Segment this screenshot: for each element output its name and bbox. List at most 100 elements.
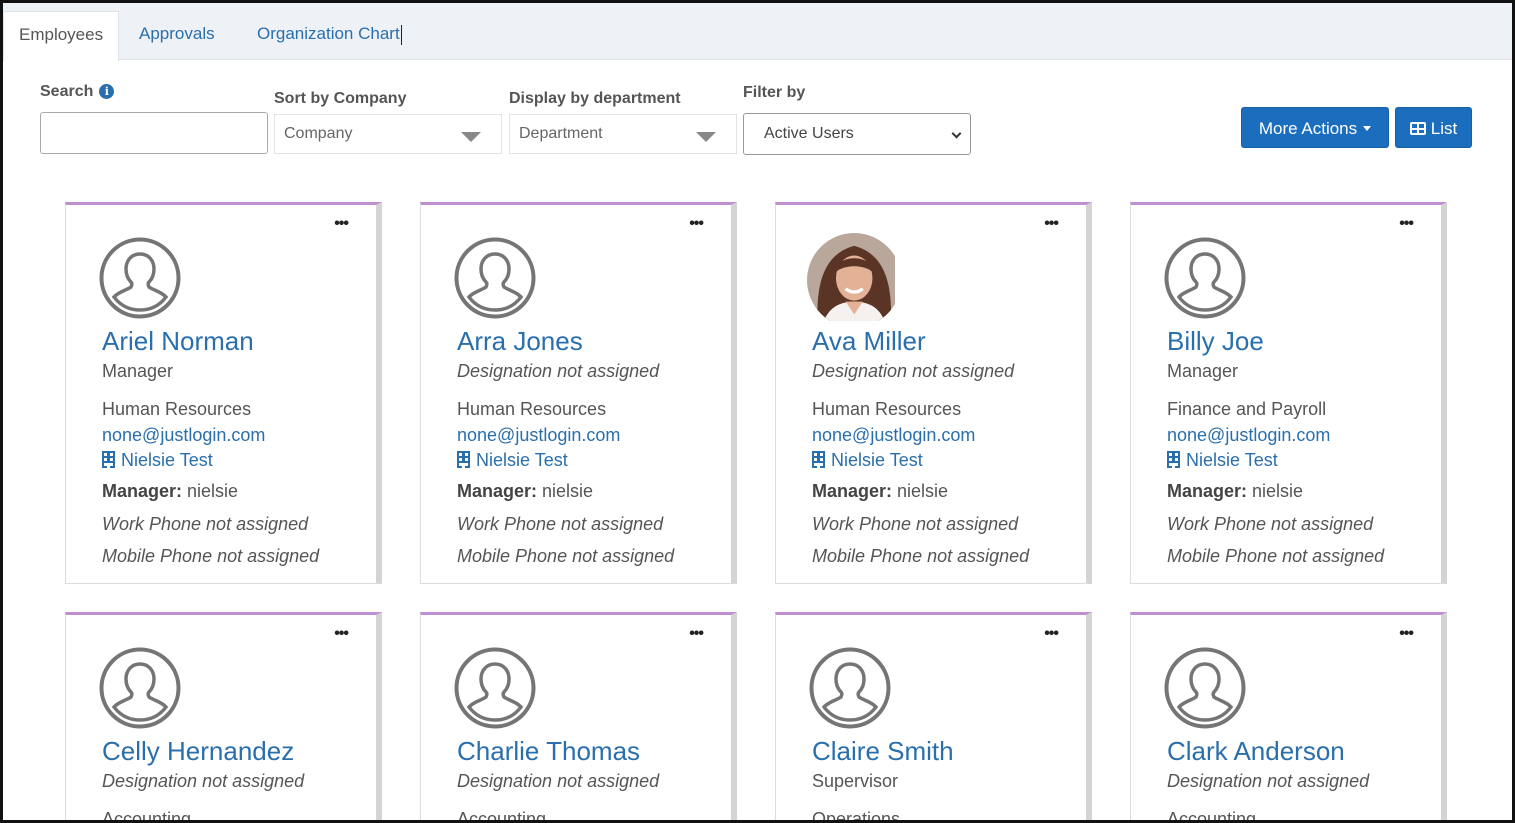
tab-approvals[interactable]: Approvals (124, 11, 230, 61)
info-icon[interactable]: i (99, 84, 115, 99)
more-options-icon[interactable]: ••• (334, 626, 349, 642)
employee-card[interactable]: ••• Charlie Thomas Designation not assig… (420, 612, 737, 823)
employee-name[interactable]: Ariel Norman (102, 326, 254, 357)
employee-mobile-phone: Mobile Phone not assigned (812, 546, 1030, 566)
more-options-icon[interactable]: ••• (1044, 216, 1059, 232)
company-select[interactable]: Company (274, 114, 502, 154)
chevron-down-icon (951, 128, 962, 139)
manager-label: Manager: (102, 481, 183, 501)
manager-name: nielsie (542, 481, 594, 501)
employee-card[interactable]: ••• Arra Jones Designation not assigned … (420, 202, 737, 584)
search-label: Search (40, 83, 94, 100)
more-options-icon[interactable]: ••• (334, 216, 349, 232)
caret-down-icon (1363, 126, 1372, 131)
employee-department: Human Resources (102, 399, 252, 419)
tab-bar: Employees Approvals Organization Chart (3, 3, 1512, 61)
manager-label: Manager: (1167, 481, 1248, 501)
default-avatar-icon (99, 647, 181, 729)
employee-work-phone: Work Phone not assigned (102, 514, 309, 534)
default-avatar-icon (454, 237, 536, 319)
employee-company[interactable]: Nielsie Test (812, 450, 923, 471)
employee-name[interactable]: Arra Jones (457, 326, 583, 357)
employee-designation: Designation not assigned (1167, 771, 1370, 791)
employee-designation: Designation not assigned (812, 361, 1015, 381)
employee-department: Accounting (102, 809, 192, 823)
text-cursor (400, 24, 402, 45)
manager-name: nielsie (1252, 481, 1304, 501)
tab-organization-chart-label: Organization Chart (257, 24, 400, 43)
employee-department: Accounting (457, 809, 547, 823)
building-icon (457, 451, 470, 468)
employee-email[interactable]: none@justlogin.com (1167, 425, 1330, 446)
list-view-button[interactable]: List (1395, 107, 1472, 148)
employee-name[interactable]: Claire Smith (812, 736, 954, 767)
more-options-icon[interactable]: ••• (1399, 626, 1414, 642)
default-avatar-icon (454, 647, 536, 729)
more-options-icon[interactable]: ••• (1044, 626, 1059, 642)
more-actions-button[interactable]: More Actions (1241, 107, 1389, 148)
company-name: Nielsie Test (831, 450, 923, 470)
employee-card[interactable]: ••• Celly Hernandez Designation not assi… (65, 612, 382, 823)
search-label-wrap: Search i (40, 83, 115, 101)
employee-designation: Manager (102, 361, 174, 381)
employee-department: Finance and Payroll (1167, 399, 1327, 419)
employee-department: Operations (812, 809, 901, 823)
employee-mobile-phone: Mobile Phone not assigned (102, 546, 320, 566)
employee-department: Human Resources (812, 399, 962, 419)
chevron-down-icon (461, 132, 481, 142)
employee-card[interactable]: ••• Ava Miller Designation not assigned … (775, 202, 1092, 584)
employee-work-phone: Work Phone not assigned (457, 514, 664, 534)
filter-by-label: Filter by (743, 84, 806, 101)
employee-mobile-phone: Mobile Phone not assigned (457, 546, 675, 566)
employee-card[interactable]: ••• Clark Anderson Designation not assig… (1130, 612, 1447, 820)
default-avatar-icon (1164, 647, 1246, 729)
default-avatar-icon (1164, 237, 1246, 319)
building-icon (1167, 451, 1180, 468)
chevron-down-icon (696, 132, 716, 142)
default-avatar-icon (99, 237, 181, 319)
manager-name: nielsie (897, 481, 949, 501)
employee-card[interactable]: ••• Billy Joe Manager Finance and Payrol… (1130, 202, 1447, 584)
filter-by-select[interactable]: Active Users (743, 113, 971, 155)
more-options-icon[interactable]: ••• (689, 216, 704, 232)
employee-designation: Manager (1167, 361, 1239, 381)
department-select-value: Department (519, 125, 603, 142)
employee-name[interactable]: Charlie Thomas (457, 736, 640, 767)
manager-label: Manager: (812, 481, 893, 501)
company-name: Nielsie Test (121, 450, 213, 470)
employee-name[interactable]: Clark Anderson (1167, 736, 1345, 767)
employee-company[interactable]: Nielsie Test (457, 450, 568, 471)
employee-department: Human Resources (457, 399, 607, 419)
tab-employees-label: Employees (19, 25, 104, 44)
company-select-value: Company (284, 125, 353, 142)
company-name: Nielsie Test (1186, 450, 1278, 470)
tab-employees[interactable]: Employees (3, 11, 119, 61)
default-avatar-icon (809, 647, 891, 729)
employee-card[interactable]: ••• Claire Smith Supervisor Operations (775, 612, 1092, 823)
tab-organization-chart[interactable]: Organization Chart (242, 11, 417, 61)
employee-card[interactable]: ••• Ariel Norman Manager Human Resources… (65, 202, 382, 584)
department-select[interactable]: Department (509, 114, 737, 154)
employee-mobile-phone: Mobile Phone not assigned (1167, 546, 1385, 566)
employee-photo (807, 233, 895, 321)
employee-company[interactable]: Nielsie Test (1167, 450, 1278, 471)
employee-name[interactable]: Billy Joe (1167, 326, 1264, 357)
search-input[interactable] (40, 112, 268, 154)
employee-designation: Supervisor (812, 771, 899, 791)
manager-name: nielsie (187, 481, 239, 501)
department-label: Display by department (509, 90, 681, 107)
employee-designation: Designation not assigned (457, 361, 660, 381)
more-options-icon[interactable]: ••• (689, 626, 704, 642)
employee-manager: Manager: nielsie (1167, 481, 1303, 502)
more-options-icon[interactable]: ••• (1399, 216, 1414, 232)
employee-manager: Manager: nielsie (102, 481, 238, 502)
employee-name[interactable]: Ava Miller (812, 326, 926, 357)
employee-email[interactable]: none@justlogin.com (812, 425, 975, 446)
employee-designation: Designation not assigned (457, 771, 660, 791)
employee-name[interactable]: Celly Hernandez (102, 736, 294, 767)
employee-company[interactable]: Nielsie Test (102, 450, 213, 471)
employee-email[interactable]: none@justlogin.com (457, 425, 620, 446)
employee-email[interactable]: none@justlogin.com (102, 425, 265, 446)
more-actions-label: More Actions (1258, 119, 1358, 138)
employee-manager: Manager: nielsie (812, 481, 948, 502)
